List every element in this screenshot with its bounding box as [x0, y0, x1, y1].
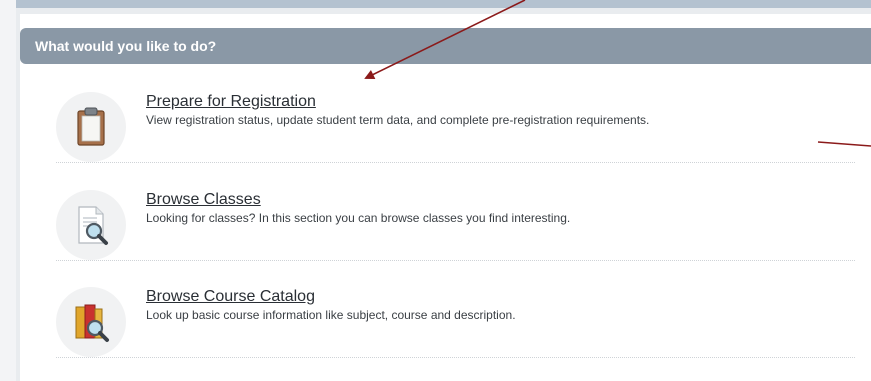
document-search-icon[interactable] — [56, 190, 126, 260]
book-search-icon[interactable] — [56, 287, 126, 357]
clipboard-icon[interactable] — [56, 92, 126, 162]
panel-header: What would you like to do? — [20, 28, 871, 64]
option-prepare-registration: Prepare for Registration View registrati… — [56, 80, 855, 163]
top-border — [16, 0, 871, 8]
browse-classes-description: Looking for classes? In this section you… — [146, 211, 571, 225]
option-browse-catalog: Browse Course Catalog Look up basic cour… — [56, 275, 855, 358]
browse-classes-link[interactable]: Browse Classes — [146, 191, 261, 209]
prepare-registration-link[interactable]: Prepare for Registration — [146, 93, 316, 111]
option-browse-classes: Browse Classes Looking for classes? In t… — [56, 178, 855, 261]
browse-catalog-link[interactable]: Browse Course Catalog — [146, 288, 315, 306]
prepare-registration-description: View registration status, update student… — [146, 113, 650, 127]
browse-catalog-description: Look up basic course information like su… — [146, 308, 516, 322]
left-border — [0, 0, 16, 381]
